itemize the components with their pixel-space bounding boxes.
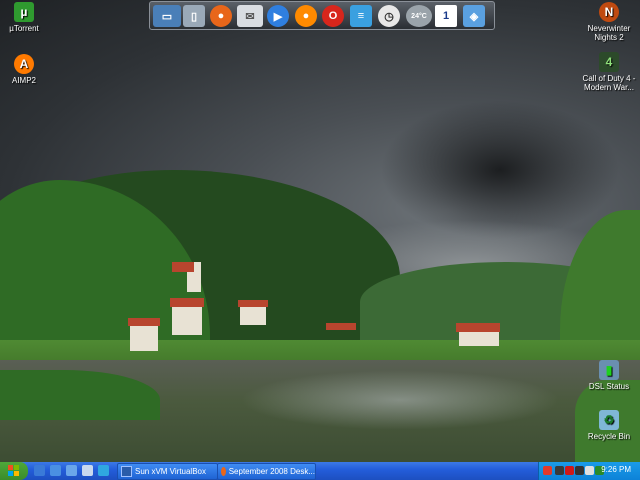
quicklaunch-media-icon[interactable]: [98, 465, 109, 476]
desktop-icon-aimp2[interactable]: A AIMP2: [0, 54, 57, 85]
house: [459, 330, 499, 346]
taskbar: Sun xVM VirtualBox September 2008 Desk..…: [0, 462, 640, 480]
desktop-icon-label: DSL Status: [588, 382, 630, 391]
call-of-duty-icon: 4: [599, 52, 619, 72]
desktop-icon-label: AIMP2: [11, 76, 36, 85]
taskbar-item-firefox[interactable]: September 2008 Desk...: [217, 463, 316, 480]
storm-cloud: [380, 100, 620, 240]
system-tray: 9:26 PM: [538, 462, 640, 480]
weather-temp: 24°C: [411, 12, 427, 20]
roof: [456, 323, 500, 332]
tray-antivirus-icon[interactable]: [565, 466, 574, 475]
roof: [238, 300, 268, 307]
firefox-icon[interactable]: ●: [210, 5, 232, 27]
folder-icon[interactable]: ▯: [183, 5, 205, 27]
document-icon[interactable]: ≡: [350, 5, 372, 27]
quicklaunch-browser-icon[interactable]: [50, 465, 61, 476]
desktop-icon-label: Recycle Bin: [587, 432, 631, 441]
roof: [172, 262, 194, 272]
orange-ball-icon[interactable]: ●: [295, 5, 317, 27]
desktop-icon-neverwinter-nights-2[interactable]: N Neverwinter Nights 2: [576, 2, 640, 42]
house: [172, 305, 202, 335]
desktop-icon-utorrent[interactable]: µ µTorrent: [0, 2, 57, 33]
roof: [128, 318, 160, 326]
weather-icon[interactable]: 24°C: [406, 5, 432, 27]
tray-alert-icon[interactable]: [543, 466, 552, 475]
neverwinter-icon: N: [599, 2, 619, 22]
task-label: September 2008 Desk...: [228, 467, 315, 476]
tray-volume-icon[interactable]: [585, 466, 594, 475]
network-status-icon: ▮: [599, 360, 619, 380]
desktop-icon-label: Neverwinter Nights 2: [587, 24, 631, 42]
utorrent-icon: µ: [14, 2, 34, 22]
roof: [170, 298, 204, 307]
recycle-bin-icon: ♻: [599, 410, 619, 430]
tray-app-icon[interactable]: [575, 466, 584, 475]
start-button[interactable]: [0, 462, 28, 480]
dock-bar: ▭ ▯ ● ✉ ▶ ● O ≡ ◷ 24°C 1 ◈: [149, 1, 495, 30]
media-player-icon[interactable]: ▶: [267, 5, 289, 27]
mail-icon[interactable]: ✉: [237, 5, 263, 27]
desktop-icon-call-of-duty-4[interactable]: 4 Call of Duty 4 - Modern War...: [576, 52, 640, 92]
virtualbox-icon: [121, 466, 132, 477]
clock-icon[interactable]: ◷: [378, 5, 400, 27]
quicklaunch-show-desktop-icon[interactable]: [66, 465, 77, 476]
aimp-icon: A: [14, 54, 34, 74]
task-label: Sun xVM VirtualBox: [135, 467, 206, 476]
river-reflection: [240, 370, 560, 430]
desktop-icon-label: Call of Duty 4 - Modern War...: [582, 74, 636, 92]
monitor-icon[interactable]: ▭: [153, 5, 181, 27]
network-icon[interactable]: ◈: [463, 5, 485, 27]
quicklaunch-ie-icon[interactable]: [34, 465, 45, 476]
tray-app-icon[interactable]: [555, 466, 564, 475]
taskbar-item-virtualbox[interactable]: Sun xVM VirtualBox: [117, 463, 218, 480]
desktop-icon-recycle-bin[interactable]: ♻ Recycle Bin: [576, 410, 640, 441]
desktop-icon-dsl-status[interactable]: ▮ DSL Status: [576, 360, 640, 391]
desktop-icon-label: µTorrent: [9, 24, 39, 33]
windows-logo-icon: [8, 465, 19, 476]
quicklaunch-document-icon[interactable]: [82, 465, 93, 476]
calendar-icon[interactable]: 1: [435, 5, 457, 27]
house: [130, 323, 158, 351]
firefox-icon: [221, 467, 226, 476]
opera-icon[interactable]: O: [322, 5, 344, 27]
roof: [326, 323, 356, 330]
house: [240, 305, 266, 325]
taskbar-clock[interactable]: 9:26 PM: [601, 465, 631, 474]
desktop-wallpaper: [0, 0, 640, 462]
